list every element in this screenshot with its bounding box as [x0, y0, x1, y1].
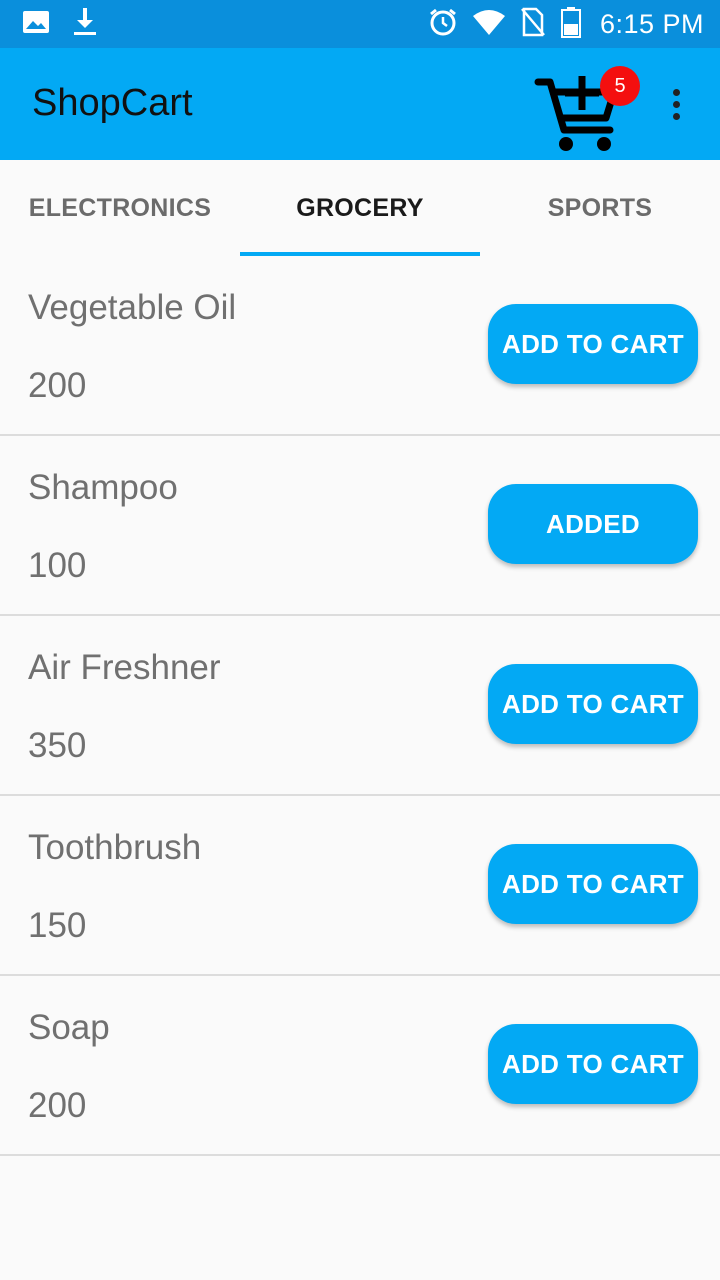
product-price: 200 [28, 366, 87, 405]
alarm-icon [428, 7, 458, 41]
product-name: Soap [28, 1008, 110, 1047]
list-item: Air Freshner 350 ADD TO CART [0, 616, 720, 796]
tab-grocery[interactable]: GROCERY [240, 160, 480, 256]
wifi-icon [472, 8, 506, 40]
product-name: Toothbrush [28, 828, 202, 867]
product-list: Vegetable Oil 200 ADD TO CART Shampoo 10… [0, 256, 720, 1156]
list-item: Vegetable Oil 200 ADD TO CART [0, 256, 720, 436]
product-name: Shampoo [28, 468, 178, 507]
product-price: 150 [28, 906, 87, 945]
tab-electronics[interactable]: ELECTRONICS [0, 160, 240, 256]
more-vert-icon[interactable] [656, 84, 696, 124]
no-sim-icon [520, 7, 546, 41]
cart-count-badge: 5 [600, 66, 640, 106]
category-tabs: ELECTRONICS GROCERY SPORTS [0, 160, 720, 256]
added-button[interactable]: ADDED [488, 484, 698, 564]
list-item: Shampoo 100 ADDED [0, 436, 720, 616]
product-name: Air Freshner [28, 648, 221, 687]
product-price: 100 [28, 546, 87, 585]
list-item: Toothbrush 150 ADD TO CART [0, 796, 720, 976]
add-to-cart-button[interactable]: ADD TO CART [488, 664, 698, 744]
add-to-cart-button[interactable]: ADD TO CART [488, 304, 698, 384]
add-to-cart-button[interactable]: ADD TO CART [488, 844, 698, 924]
status-bar: 6:15 PM [0, 0, 720, 48]
battery-icon [560, 6, 582, 42]
tab-sports[interactable]: SPORTS [480, 160, 720, 256]
product-name: Vegetable Oil [28, 288, 237, 327]
cart-button[interactable]: 5 [534, 66, 640, 158]
image-icon [22, 8, 50, 40]
list-item: Soap 200 ADD TO CART [0, 976, 720, 1156]
add-to-cart-button[interactable]: ADD TO CART [488, 1024, 698, 1104]
app-title: ShopCart [32, 82, 193, 124]
download-icon [72, 6, 98, 42]
product-price: 350 [28, 726, 87, 765]
product-price: 200 [28, 1086, 87, 1125]
app-bar: ShopCart 5 [0, 48, 720, 160]
status-time: 6:15 PM [599, 8, 704, 39]
